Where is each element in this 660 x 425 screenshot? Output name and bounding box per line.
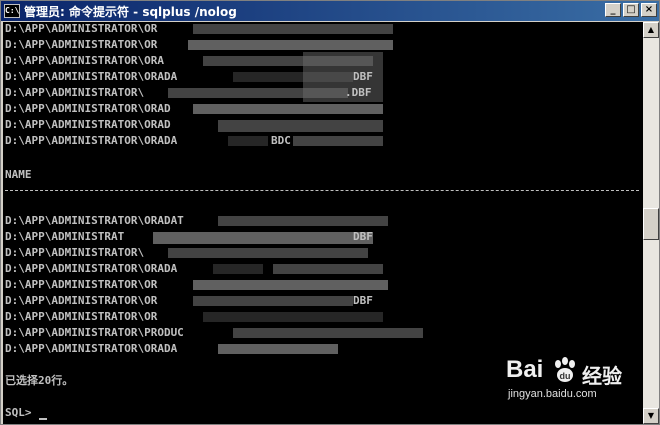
column-header: NAME xyxy=(5,168,32,181)
redacted-block xyxy=(203,312,383,322)
window-title: 管理员: 命令提示符 - sqlplus /nolog xyxy=(24,4,237,19)
column-divider xyxy=(5,190,639,191)
baidu-jingyan-watermark: Bai du 经验 jingyan.baidu.com xyxy=(506,356,636,408)
scroll-down-button[interactable]: ▼ xyxy=(643,408,659,424)
path-fragment: DBF xyxy=(353,230,373,243)
redacted-block xyxy=(218,344,338,354)
text-cursor xyxy=(39,418,48,420)
path-line: D:\APP\ADMINISTRATOR\OR xyxy=(5,294,158,307)
close-button[interactable]: × xyxy=(641,3,657,17)
sql-prompt: SQL> xyxy=(5,406,39,419)
redacted-block xyxy=(213,264,263,274)
minimize-button[interactable]: _ xyxy=(605,3,621,17)
sql-prompt-line[interactable]: SQL> xyxy=(5,406,48,420)
path-fragment: BDC xyxy=(271,134,291,147)
watermark-url: jingyan.baidu.com xyxy=(508,388,597,400)
title-bar[interactable]: C:\ 管理员: 命令提示符 - sqlplus /nolog _ □ × xyxy=(1,1,659,21)
path-line: D:\APP\ADMINISTRAT xyxy=(5,230,125,243)
window-controls: _ □ × xyxy=(603,3,657,17)
path-line: D:\APP\ADMINISTRATOR\OR xyxy=(5,22,158,35)
redacted-block xyxy=(168,248,368,258)
vertical-scrollbar[interactable]: ▲ ▼ xyxy=(643,22,659,424)
path-line: D:\APP\ADMINISTRATOR\ORADA xyxy=(5,262,178,275)
redacted-block xyxy=(193,24,393,34)
path-line: D:\APP\ADMINISTRATOR\ORADA xyxy=(5,134,178,147)
console-app-icon[interactable]: C:\ xyxy=(4,4,20,18)
watermark-brand: Bai xyxy=(506,356,544,383)
path-line: D:\APP\ADMINISTRATOR\ xyxy=(5,86,145,99)
path-line: D:\APP\ADMINISTRATOR\PRODUC xyxy=(5,326,184,339)
redacted-block xyxy=(193,104,383,114)
maximize-button[interactable]: □ xyxy=(623,3,639,17)
redacted-block xyxy=(193,296,353,306)
path-line: D:\APP\ADMINISTRATOR\ORA xyxy=(5,54,164,67)
redacted-block xyxy=(233,328,423,338)
redacted-block xyxy=(218,216,388,226)
paw-icon: du xyxy=(555,357,575,382)
redacted-block xyxy=(193,280,388,290)
watermark-brand-cn: 经验 xyxy=(582,364,622,388)
redacted-block xyxy=(273,264,383,274)
path-fragment: .DBF xyxy=(345,86,372,99)
path-line: D:\APP\ADMINISTRATOR\ xyxy=(5,246,145,259)
path-line: D:\APP\ADMINISTRATOR\ORADA xyxy=(5,342,178,355)
path-line: D:\APP\ADMINISTRATOR\ORADAT xyxy=(5,214,184,227)
path-fragment: DBF xyxy=(353,294,373,307)
svg-text:du: du xyxy=(560,371,571,381)
cmd-window: C:\ 管理员: 命令提示符 - sqlplus /nolog _ □ × D:… xyxy=(0,0,660,425)
path-line: D:\APP\ADMINISTRATOR\ORAD xyxy=(5,102,171,115)
redacted-block xyxy=(188,40,393,50)
scroll-thumb[interactable] xyxy=(643,208,659,240)
redacted-block xyxy=(293,136,383,146)
path-line: D:\APP\ADMINISTRATOR\ORADA xyxy=(5,70,178,83)
path-fragment: DBF xyxy=(353,70,373,83)
scroll-up-button[interactable]: ▲ xyxy=(643,22,659,38)
result-message: 已选择20行。 xyxy=(5,374,74,387)
path-line: D:\APP\ADMINISTRATOR\OR xyxy=(5,38,158,51)
path-line: D:\APP\ADMINISTRATOR\ORAD xyxy=(5,118,171,131)
path-line: D:\APP\ADMINISTRATOR\OR xyxy=(5,310,158,323)
redacted-block xyxy=(228,136,268,146)
path-line: D:\APP\ADMINISTRATOR\OR xyxy=(5,278,158,291)
redacted-block xyxy=(218,120,383,132)
redacted-block xyxy=(153,232,373,244)
